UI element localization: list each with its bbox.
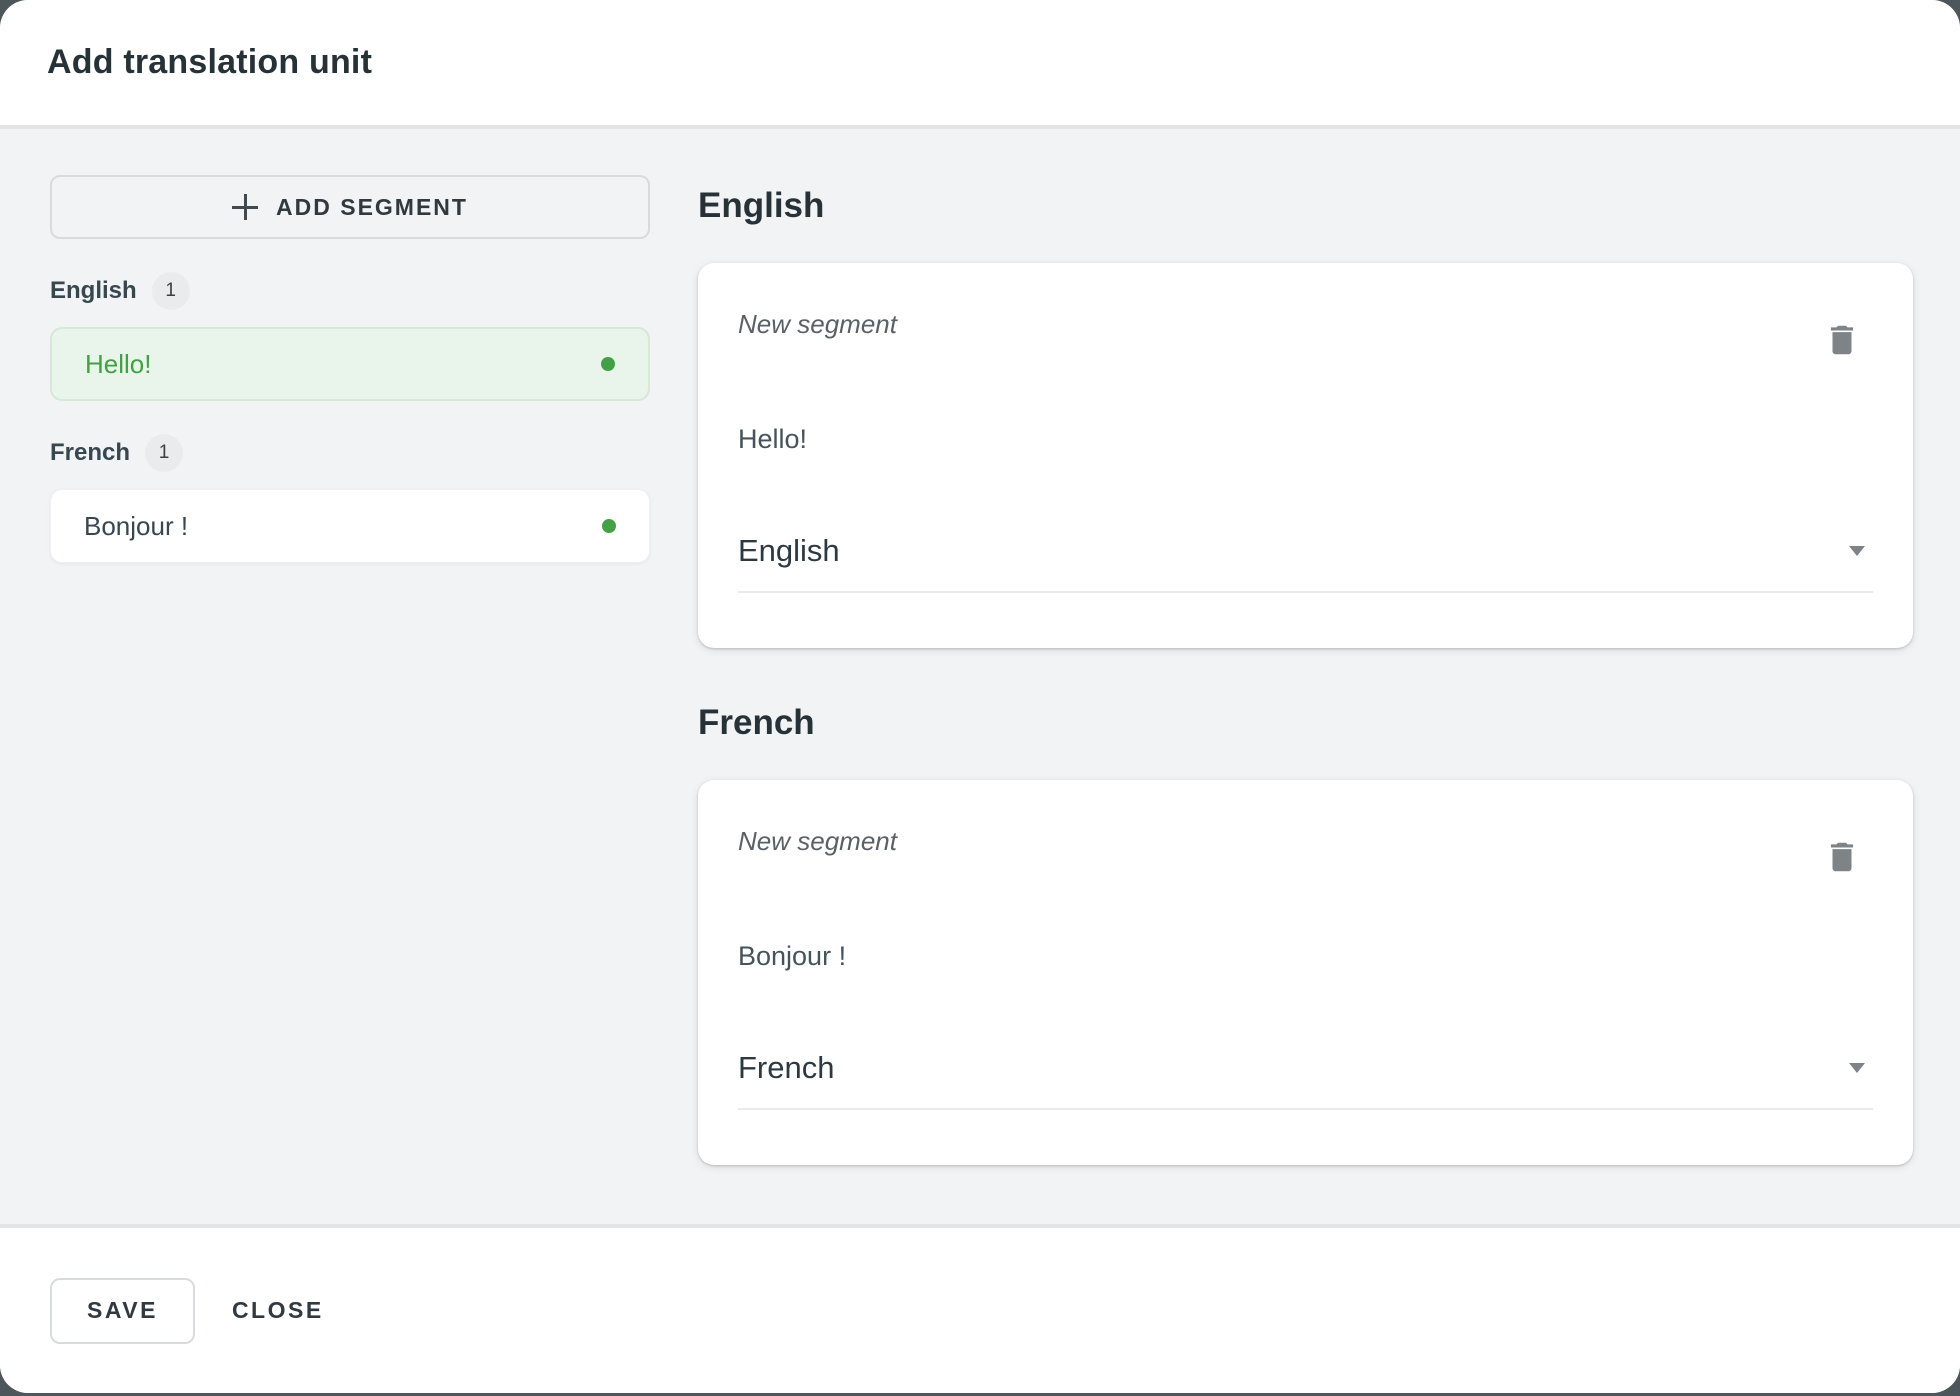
segment-card-french: New segment Bonjour ! French xyxy=(698,780,1913,1165)
segment-card-header: New segment xyxy=(738,824,1873,878)
add-segment-button[interactable]: ADD SEGMENT xyxy=(50,175,650,239)
close-button[interactable]: CLOSE xyxy=(232,1297,324,1324)
section-heading-french: French xyxy=(698,700,1913,746)
segment-chip-text: Hello! xyxy=(85,349,151,380)
caret-down-icon xyxy=(1849,1063,1865,1073)
segment-chip-text: Bonjour ! xyxy=(84,511,188,542)
language-select-value: French xyxy=(738,1048,834,1088)
dialog-body: ADD SEGMENT English 1 Hello! French 1 Bo… xyxy=(0,129,1960,1224)
segment-text-field[interactable]: Bonjour ! xyxy=(738,938,1873,974)
language-select[interactable]: English xyxy=(738,531,1873,593)
segment-status-dot xyxy=(602,519,616,533)
save-button[interactable]: SAVE xyxy=(50,1278,195,1344)
segment-text-field[interactable]: Hello! xyxy=(738,421,1873,457)
language-group-header-french: French 1 xyxy=(50,434,650,472)
trash-icon xyxy=(1823,319,1861,361)
delete-segment-button[interactable] xyxy=(1823,836,1861,878)
add-translation-unit-dialog: Add translation unit ADD SEGMENT English… xyxy=(0,0,1960,1393)
plus-icon xyxy=(232,194,258,220)
language-select-value: English xyxy=(738,531,840,571)
segment-placeholder-label: New segment xyxy=(738,307,897,341)
add-segment-label: ADD SEGMENT xyxy=(276,194,468,221)
dialog-footer: SAVE CLOSE xyxy=(0,1224,1960,1393)
dialog-title: Add translation unit xyxy=(47,43,372,82)
segment-chip-english[interactable]: Hello! xyxy=(50,327,650,401)
dialog-header: Add translation unit xyxy=(0,0,1960,129)
segment-card-english: New segment Hello! English xyxy=(698,263,1913,648)
segment-count-badge: 1 xyxy=(152,272,190,310)
section-heading-english: English xyxy=(698,183,1913,229)
language-group-header-english: English 1 xyxy=(50,272,650,310)
segments-sidebar: ADD SEGMENT English 1 Hello! French 1 Bo… xyxy=(50,175,650,1224)
language-group-name: English xyxy=(50,277,137,305)
delete-segment-button[interactable] xyxy=(1823,319,1861,361)
language-group-name: French xyxy=(50,439,130,467)
segment-card-header: New segment xyxy=(738,307,1873,361)
segment-status-dot xyxy=(601,357,615,371)
segment-count-badge: 1 xyxy=(145,434,183,472)
segment-editor: English New segment Hello! English Frenc… xyxy=(698,175,1913,1224)
trash-icon xyxy=(1823,836,1861,878)
segment-placeholder-label: New segment xyxy=(738,824,897,858)
language-select[interactable]: French xyxy=(738,1048,1873,1110)
caret-down-icon xyxy=(1849,546,1865,556)
segment-chip-french[interactable]: Bonjour ! xyxy=(50,489,650,563)
